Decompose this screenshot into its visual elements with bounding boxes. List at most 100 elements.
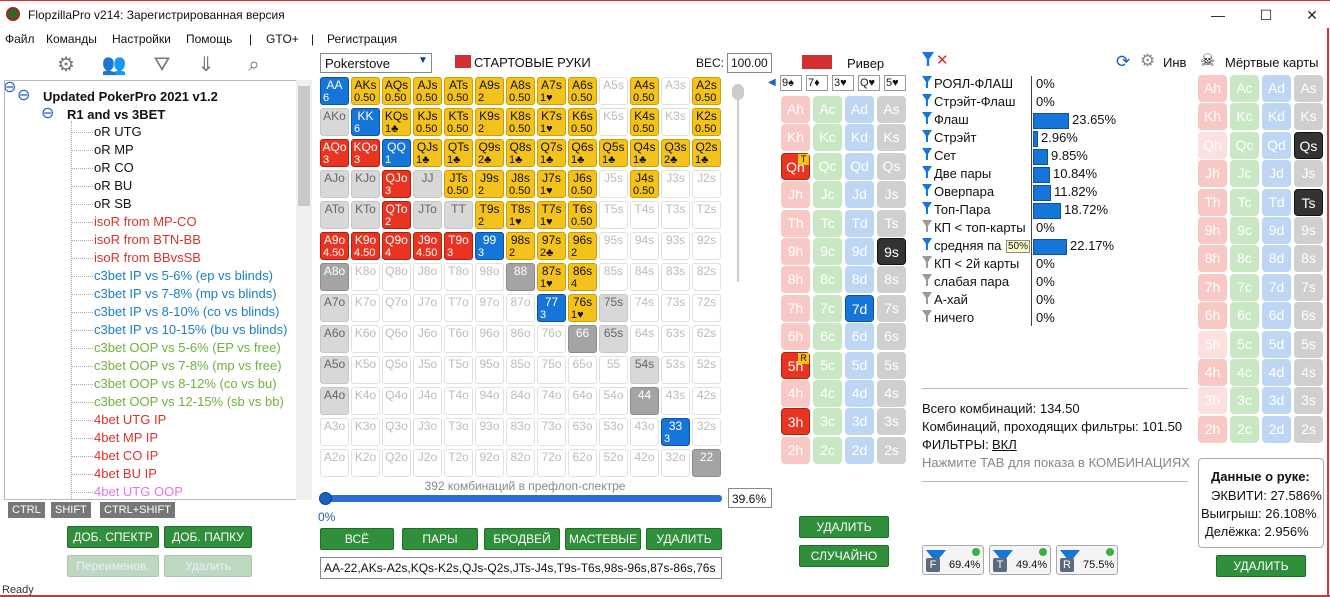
stat-row[interactable]: Оверпара — [922, 184, 994, 202]
hand-cell[interactable]: Q9s 2♣ — [475, 139, 504, 167]
board-delete-button[interactable]: УДАЛИТЬ — [799, 516, 889, 538]
hand-cell[interactable]: 92s — [692, 232, 721, 260]
dead-delete-button[interactable]: УДАЛИТЬ — [1216, 555, 1306, 577]
hand-cell[interactable]: 88 — [506, 263, 535, 291]
dead-card[interactable]: 8c — [1230, 245, 1259, 273]
hand-cell[interactable]: 84o — [506, 387, 535, 415]
hand-cell[interactable]: 72o — [537, 449, 566, 477]
dead-card[interactable]: 2d — [1262, 415, 1291, 443]
tree-item[interactable]: 4bet UTG IP — [94, 412, 166, 427]
hand-cell[interactable]: K6o — [351, 325, 380, 353]
hand-cell[interactable]: 55 — [599, 356, 628, 384]
dead-card[interactable]: Kd — [1262, 103, 1291, 131]
deck-card[interactable]: 4c — [813, 380, 842, 407]
hand-cell[interactable]: 73o — [537, 418, 566, 446]
weight-slider-handle[interactable] — [732, 84, 744, 100]
hand-cell[interactable]: T8s 1♥ — [506, 201, 535, 229]
tree-item[interactable]: isoR from MP-CO — [94, 214, 197, 229]
hand-cell[interactable]: J5s — [599, 170, 628, 198]
hand-cell[interactable]: J9o 4.50 — [413, 232, 442, 260]
dead-card[interactable]: Ac — [1230, 75, 1259, 102]
hand-cell[interactable]: ATo — [320, 201, 349, 229]
hand-cell[interactable]: KK 6 — [351, 108, 380, 136]
filter-icon[interactable] — [922, 238, 932, 250]
hand-cell[interactable]: 75s — [599, 294, 628, 322]
deck-card[interactable]: Qd — [845, 152, 874, 180]
deck-card[interactable]: Ks — [877, 124, 906, 152]
download-icon[interactable]: ⇓ — [192, 52, 220, 78]
hand-cell[interactable]: K3o — [351, 418, 380, 446]
percent-input[interactable]: 39.6% — [728, 488, 772, 508]
hand-cell[interactable]: Q2o — [382, 449, 411, 477]
hand-cell[interactable]: K7o — [351, 294, 380, 322]
hand-cell[interactable]: A4o — [320, 387, 349, 415]
deck-card[interactable]: Ad — [845, 96, 874, 123]
hand-cell[interactable]: J7s 1♥ — [537, 170, 566, 198]
hand-cell[interactable]: 82o — [506, 449, 535, 477]
hand-cell[interactable]: AJo — [320, 170, 349, 198]
hand-cell[interactable]: Q3s 2♣ — [661, 139, 690, 167]
deck-card[interactable]: 8d — [845, 266, 874, 294]
hand-cell[interactable]: 74o — [537, 387, 566, 415]
dead-card[interactable]: Qh — [1198, 131, 1227, 159]
board-card[interactable]: 3♥ — [832, 75, 854, 91]
filter-icon[interactable] — [922, 220, 932, 232]
percent-slider[interactable] — [322, 495, 722, 502]
deck-card[interactable]: Th — [781, 209, 810, 237]
dead-card[interactable]: 6s — [1294, 302, 1323, 330]
tree-item[interactable]: oR BU — [94, 178, 132, 193]
tree-item[interactable]: c3bet IP vs 5-6% (ep vs blinds) — [94, 268, 273, 283]
add-folder-button[interactable]: ДОБ. ПАПКУ — [164, 526, 252, 548]
deck-card[interactable]: Ah — [781, 96, 810, 123]
dead-card[interactable]: 6h — [1198, 302, 1227, 330]
gear-icon[interactable]: ⚙ — [52, 52, 80, 78]
hand-cell[interactable]: T8o — [444, 263, 473, 291]
hand-cell[interactable]: J3s — [661, 170, 690, 198]
hand-cell[interactable]: 42o — [630, 449, 659, 477]
hand-cell[interactable]: 53o — [599, 418, 628, 446]
stat-row[interactable]: Стрэйт-Флаш — [922, 94, 1015, 112]
hand-cell[interactable]: T4s — [630, 201, 659, 229]
deck-card[interactable]: 5h R — [781, 351, 810, 379]
hand-cell[interactable]: A8o — [320, 263, 349, 291]
hand-cell[interactable]: J4s 0.50 — [630, 170, 659, 198]
deck-card[interactable]: 4s — [877, 380, 906, 407]
hand-cell[interactable]: A3o — [320, 418, 349, 446]
hand-cell[interactable]: J3o — [413, 418, 442, 446]
dead-card[interactable]: As — [1294, 75, 1323, 102]
stat-row[interactable]: слабая пара — [922, 274, 1009, 292]
spectrum-select[interactable]: Pokerstove — [320, 53, 432, 73]
board-card[interactable]: 7♦ — [806, 75, 828, 91]
hand-cell[interactable]: K5s — [599, 108, 628, 136]
filter-icon[interactable]: ⛛ — [148, 52, 176, 78]
filter-icon[interactable] — [922, 184, 932, 196]
stat-row[interactable]: ничего — [922, 310, 974, 328]
deck-card[interactable]: 7c — [813, 294, 842, 322]
deck-card[interactable]: 8c — [813, 266, 842, 294]
hand-cell[interactable]: T5s — [599, 201, 628, 229]
maximize-button[interactable]: ☐ — [1256, 5, 1276, 25]
deck-card[interactable]: Kh — [781, 124, 810, 152]
hand-cell[interactable]: T3s — [661, 201, 690, 229]
hand-cell[interactable]: TT — [444, 201, 473, 229]
tree-folder[interactable]: R1 and vs 3BET — [67, 107, 165, 122]
deck-card[interactable]: Ts — [877, 209, 906, 237]
deck-card[interactable]: 5c — [813, 351, 842, 379]
tree-root-toggle-icon[interactable]: ⊖ — [17, 85, 30, 105]
tree-item[interactable]: oR SB — [94, 196, 132, 211]
hand-cell[interactable]: 42s — [692, 387, 721, 415]
tree-item[interactable]: isoR from BBvsSB — [94, 250, 201, 265]
hand-cell[interactable]: 66 — [568, 325, 597, 353]
search-icon[interactable]: ⌕ — [240, 52, 268, 78]
hand-cell[interactable]: 95o — [475, 356, 504, 384]
hand-cell[interactable]: 22 — [692, 449, 721, 477]
deck-card[interactable]: Qc — [813, 152, 842, 180]
hand-cell[interactable]: T7o — [444, 294, 473, 322]
hand-cell[interactable]: A7s 1♥ — [537, 77, 566, 105]
hand-cell[interactable]: 65s — [599, 325, 628, 353]
hand-cell[interactable]: K8s 0.50 — [506, 108, 535, 136]
tree-item[interactable]: 4bet MP IP — [94, 430, 158, 445]
dead-card[interactable]: Jd — [1262, 160, 1291, 188]
dead-card[interactable]: 5h — [1198, 330, 1227, 358]
weight-slider-track[interactable] — [737, 100, 739, 282]
